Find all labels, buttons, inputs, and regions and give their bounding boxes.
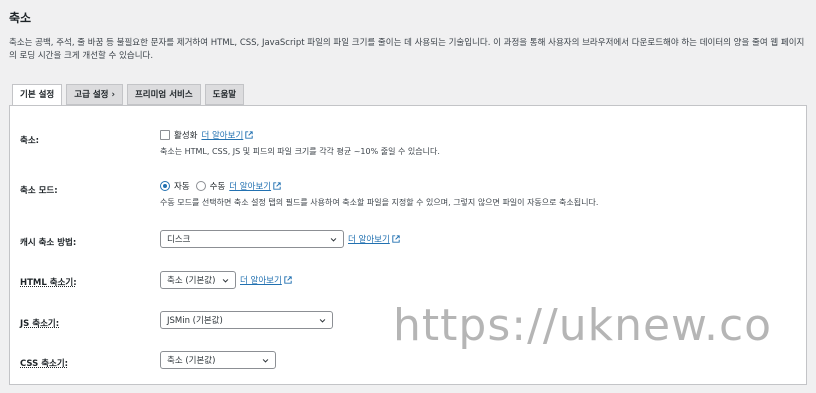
chevron-down-icon	[319, 318, 326, 323]
css-minifier-value: 축소 (기본값)	[167, 356, 216, 366]
mode-control: 자동 수동 더 알아보기	[160, 180, 281, 192]
mode-learn-more-link[interactable]: 더 알아보기	[229, 180, 281, 192]
css-minifier-select[interactable]: 축소 (기본값)	[160, 351, 276, 369]
chevron-down-icon	[330, 237, 337, 242]
html-learn-more-text: 더 알아보기	[240, 276, 282, 286]
js-minifier-control: JSMin (기본값)	[160, 311, 333, 329]
mode-note: 수동 모드를 선택하면 축소 설정 탭의 필드를 사용하여 축소할 파일을 지정…	[160, 198, 599, 207]
watermark: https://uknew.co	[393, 300, 773, 351]
mode-manual-radio[interactable]	[195, 181, 206, 191]
css-minifier-label: CSS 축소기:	[20, 359, 69, 369]
external-link-icon	[392, 235, 400, 243]
minify-checkbox-label: 활성화	[174, 131, 198, 141]
minify-checkbox[interactable]	[160, 130, 170, 140]
cache-method-value: 디스크	[167, 235, 191, 245]
mode-label: 축소 모드:	[20, 186, 58, 196]
html-minifier-select[interactable]: 축소 (기본값)	[160, 271, 236, 289]
tab-bar: 기본 설정 고급 설정 › 프리미엄 서비스 도움말	[12, 84, 245, 106]
minify-control: 활성화 더 알아보기	[160, 129, 253, 141]
page-title: 축소	[9, 11, 32, 25]
tab-advanced-settings[interactable]: 고급 설정 ›	[66, 84, 123, 105]
tab-basic-settings[interactable]: 기본 설정	[12, 84, 63, 106]
js-minifier-select[interactable]: JSMin (기본값)	[160, 311, 333, 329]
tab-premium-services[interactable]: 프리미엄 서비스	[126, 84, 201, 105]
html-learn-more-link[interactable]: 더 알아보기	[240, 274, 292, 286]
cache-learn-more-text: 더 알아보기	[348, 235, 390, 245]
page-description: 축소는 공백, 주석, 줄 바꿈 등 불필요한 문자를 제거하여 HTML, C…	[9, 38, 805, 61]
html-minifier-label: HTML 축소기:	[20, 278, 77, 288]
mode-auto-radio[interactable]	[160, 181, 170, 191]
cache-control: 디스크 더 알아보기	[160, 230, 400, 248]
mode-learn-more-text: 더 알아보기	[229, 182, 272, 192]
mode-manual-label: 수동	[209, 182, 226, 192]
html-minifier-value: 축소 (기본값)	[167, 276, 216, 286]
tab-help[interactable]: 도움말	[204, 84, 245, 105]
css-minifier-control: 축소 (기본값)	[160, 351, 276, 369]
js-minifier-value: JSMin (기본값)	[167, 316, 223, 326]
external-link-icon	[245, 131, 253, 139]
chevron-down-icon	[222, 278, 229, 283]
minify-label: 축소:	[20, 136, 40, 146]
cache-method-select[interactable]: 디스크	[160, 230, 344, 248]
cache-label: 캐시 축소 방법:	[20, 238, 77, 248]
external-link-icon	[284, 276, 292, 284]
chevron-down-icon	[262, 358, 269, 363]
minify-learn-more-text: 더 알아보기	[201, 131, 244, 141]
external-link-icon	[273, 182, 281, 190]
minify-note: 축소는 HTML, CSS, JS 및 피드의 파일 크기를 각각 평균 ~10…	[160, 147, 440, 156]
html-minifier-control: 축소 (기본값) 더 알아보기	[160, 271, 292, 289]
mode-auto-label: 자동	[174, 182, 190, 192]
cache-learn-more-link[interactable]: 더 알아보기	[348, 233, 400, 245]
js-minifier-label: JS 축소기:	[20, 319, 60, 329]
minify-learn-more-link[interactable]: 더 알아보기	[201, 129, 253, 141]
